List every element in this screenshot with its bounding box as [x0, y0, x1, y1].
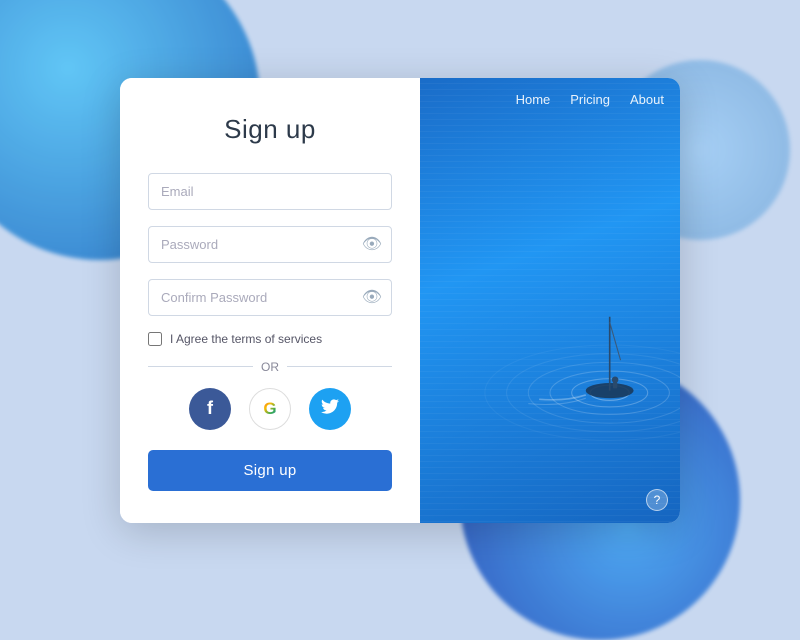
- nav-pricing[interactable]: Pricing: [570, 92, 610, 107]
- social-row: f G: [189, 388, 351, 430]
- signup-card: Sign up 👁 👁 I Agree the terms of service…: [120, 78, 680, 523]
- email-input-wrapper: [148, 173, 392, 210]
- form-panel: Sign up 👁 👁 I Agree the terms of service…: [120, 78, 420, 523]
- password-toggle-icon[interactable]: 👁: [362, 234, 382, 254]
- water-scene: [420, 78, 680, 523]
- email-field[interactable]: [148, 173, 392, 210]
- image-panel: Home Pricing About: [420, 78, 680, 523]
- nav-bar: Home Pricing About: [420, 78, 680, 121]
- password-input-wrapper: 👁: [148, 226, 392, 263]
- nav-about[interactable]: About: [630, 92, 664, 107]
- terms-row: I Agree the terms of services: [148, 332, 392, 346]
- twitter-signin-button[interactable]: [309, 388, 351, 430]
- twitter-icon: [321, 398, 339, 419]
- confirm-password-toggle-icon[interactable]: 👁: [362, 287, 382, 307]
- google-icon: G: [263, 399, 276, 419]
- terms-checkbox[interactable]: [148, 332, 162, 346]
- or-text: OR: [261, 360, 279, 374]
- signup-button[interactable]: Sign up: [148, 450, 392, 491]
- help-button[interactable]: ?: [646, 489, 668, 511]
- water-svg: [420, 78, 680, 523]
- facebook-icon: f: [207, 398, 213, 419]
- facebook-signin-button[interactable]: f: [189, 388, 231, 430]
- confirm-password-input-wrapper: 👁: [148, 279, 392, 316]
- or-divider: OR: [148, 360, 392, 374]
- terms-label: I Agree the terms of services: [170, 332, 322, 346]
- or-line-left: [148, 366, 253, 367]
- or-line-right: [287, 366, 392, 367]
- page-title: Sign up: [224, 114, 316, 145]
- google-signin-button[interactable]: G: [249, 388, 291, 430]
- confirm-password-field[interactable]: [148, 279, 392, 316]
- password-field[interactable]: [148, 226, 392, 263]
- nav-home[interactable]: Home: [516, 92, 551, 107]
